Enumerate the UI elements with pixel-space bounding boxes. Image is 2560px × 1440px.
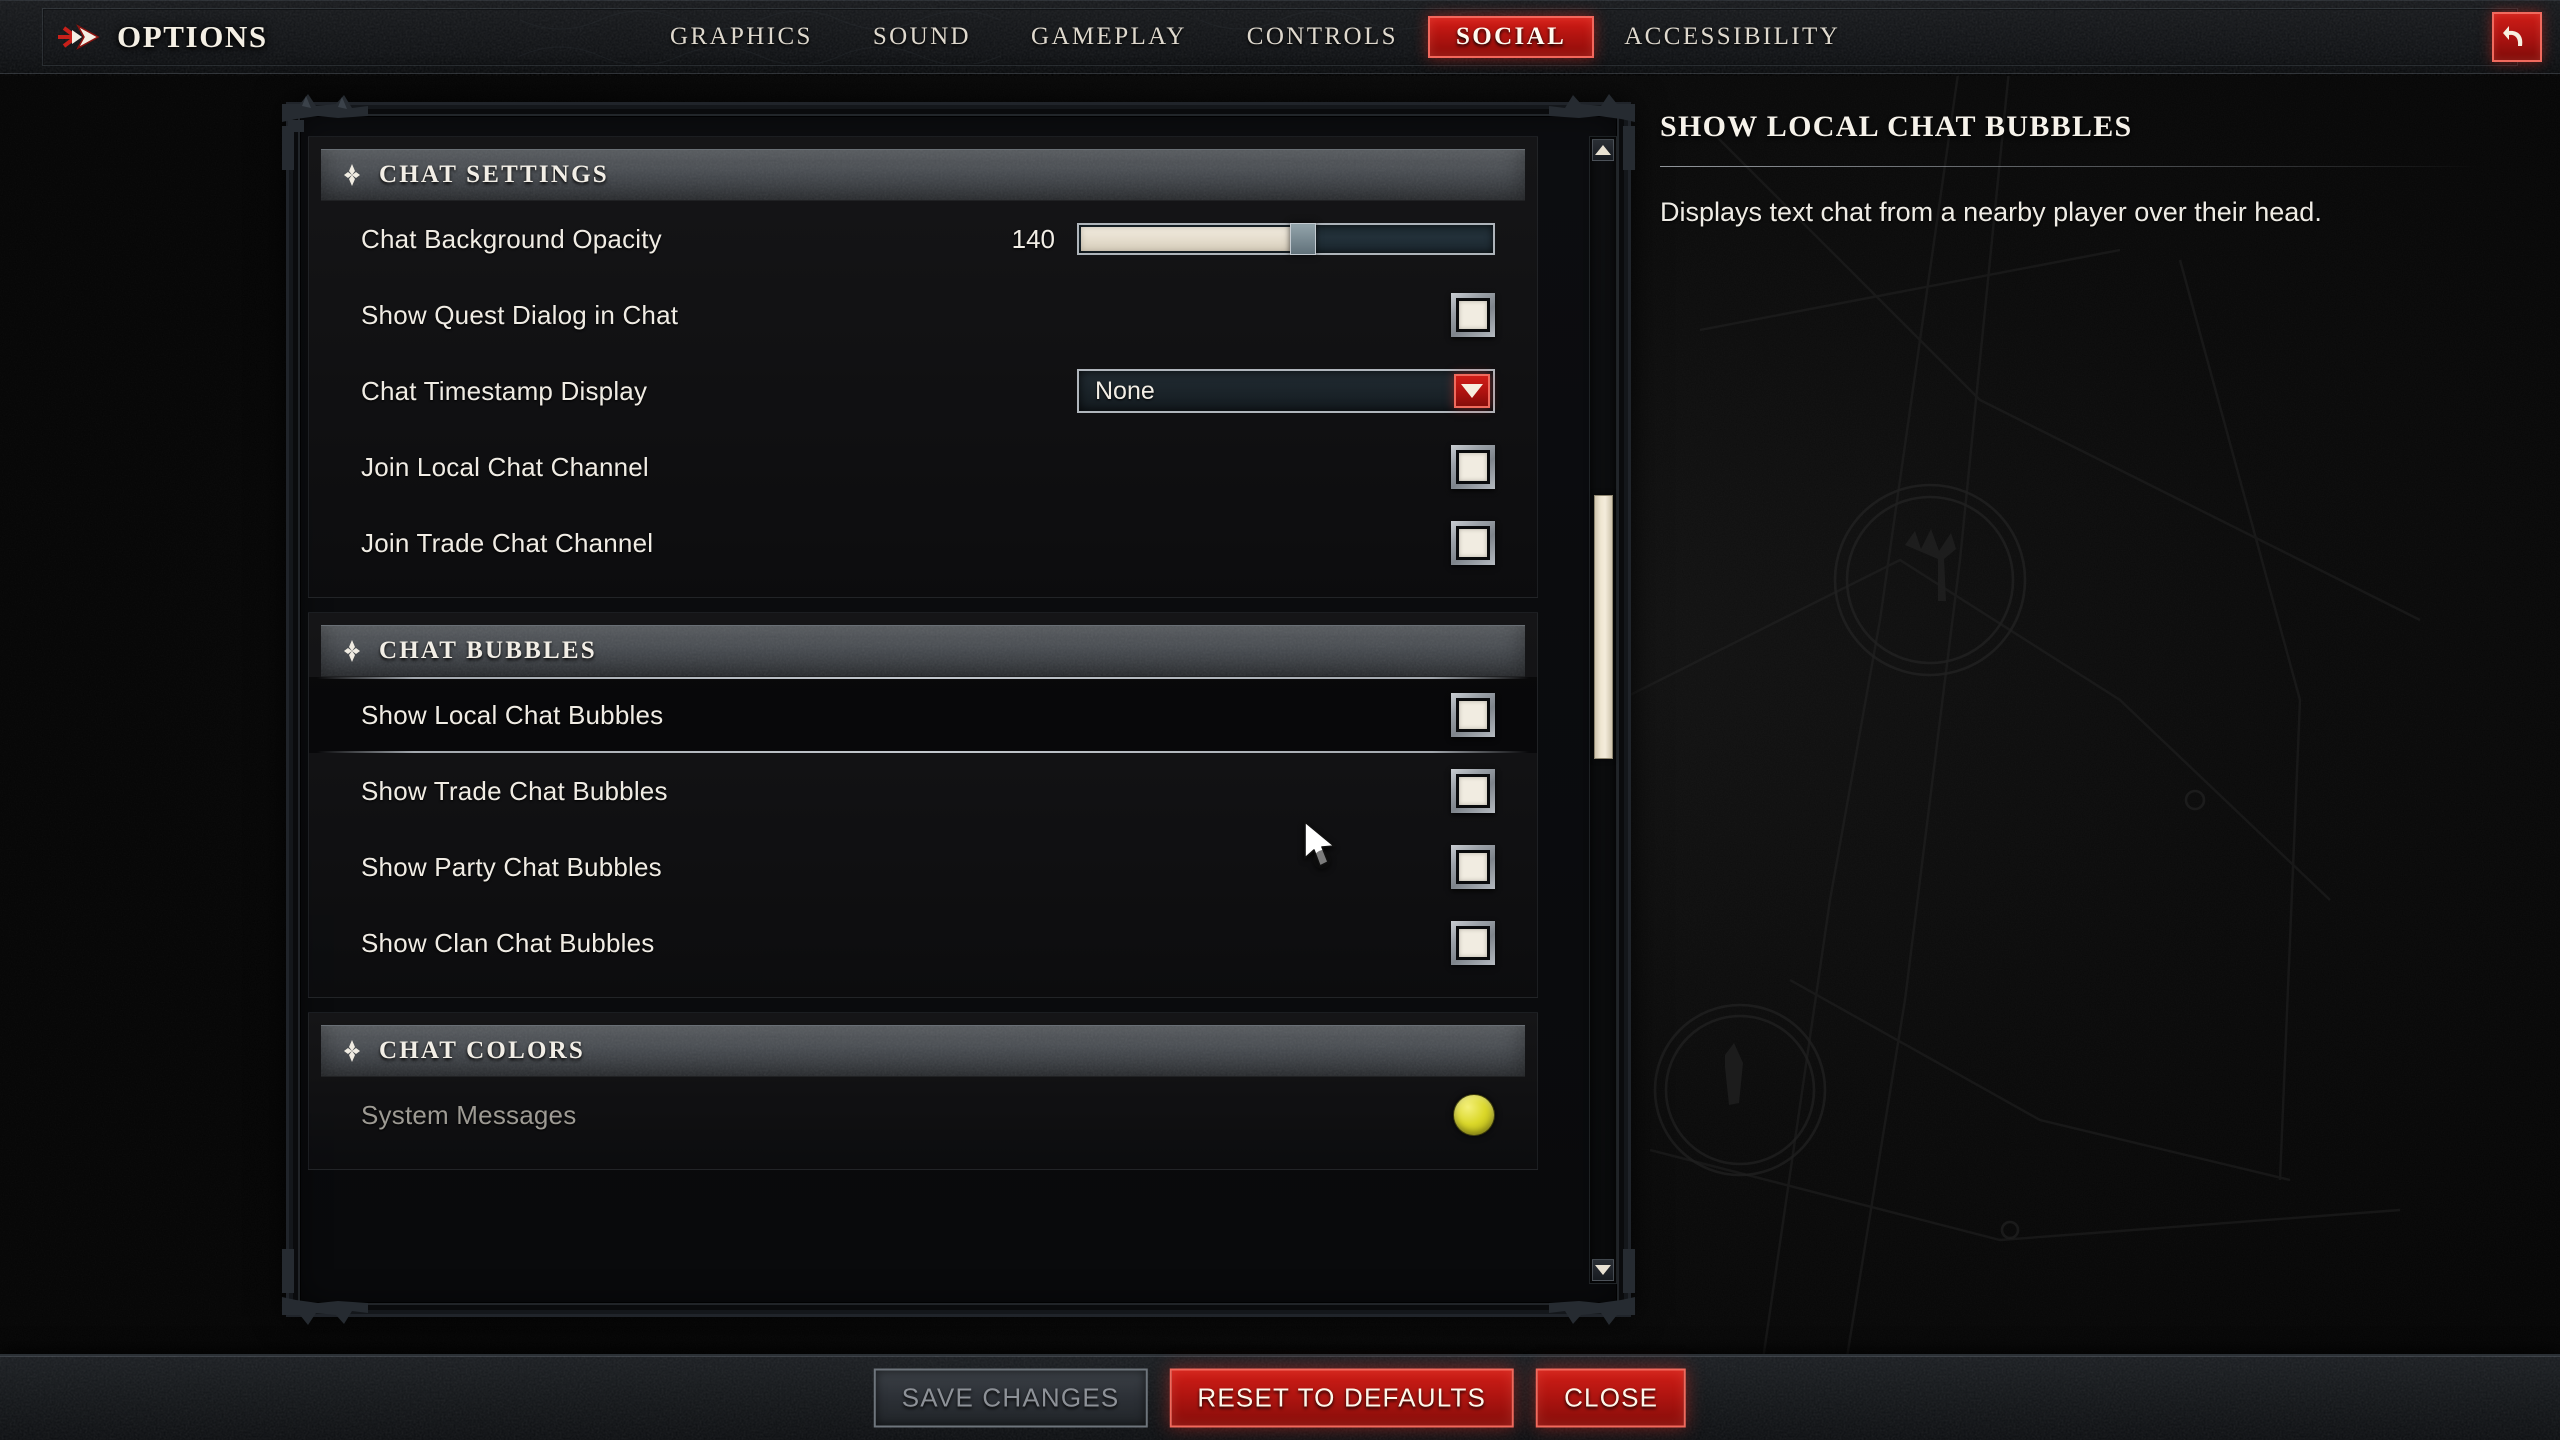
setting-label: Join Trade Chat Channel xyxy=(361,527,654,558)
checkbox-inner xyxy=(1456,926,1490,960)
tab-accessibility[interactable]: ACCESSIBILITY xyxy=(1594,16,1870,58)
diamond-cluster-icon xyxy=(344,640,360,662)
diamond-cluster-icon xyxy=(344,164,360,186)
slider-knob[interactable] xyxy=(1289,223,1316,255)
checkbox-show-local-chat-bubbles[interactable] xyxy=(1451,693,1495,737)
setting-control xyxy=(1453,1094,1495,1136)
dropdown-chat-timestamp-display[interactable]: None xyxy=(1077,369,1495,413)
close-button[interactable]: CLOSE xyxy=(1536,1368,1687,1428)
options-screen: OPTIONS GRAPHICS SOUND GAMEPLAY CONTROLS… xyxy=(0,0,2560,1440)
top-bar: OPTIONS GRAPHICS SOUND GAMEPLAY CONTROLS… xyxy=(0,0,2560,76)
settings-scroll-area[interactable]: CHAT SETTINGS Chat Background Opacity 14… xyxy=(308,136,1538,1284)
setting-control xyxy=(1451,921,1495,965)
options-brand: OPTIONS xyxy=(58,14,268,60)
setting-row-join-trade-chat-channel[interactable]: Join Trade Chat Channel xyxy=(309,505,1537,581)
section-chat-bubbles: CHAT BUBBLES Show Local Chat Bubbles Sho… xyxy=(308,612,1538,998)
section-header-chat-bubbles: CHAT BUBBLES xyxy=(321,625,1525,677)
checkbox-inner xyxy=(1456,526,1490,560)
double-arrow-icon xyxy=(58,24,100,50)
opacity-slider[interactable]: 140 xyxy=(1003,223,1495,255)
chevron-up-icon xyxy=(1595,145,1611,155)
tab-sound[interactable]: SOUND xyxy=(843,16,1001,58)
info-panel-title: SHOW LOCAL CHAT BUBBLES xyxy=(1660,110,2133,143)
back-button[interactable] xyxy=(2492,12,2542,62)
checkbox-inner xyxy=(1456,450,1490,484)
setting-control: 140 xyxy=(1003,223,1495,255)
tab-social[interactable]: SOCIAL xyxy=(1427,16,1595,58)
info-panel-description: Displays text chat from a nearby player … xyxy=(1660,197,2322,227)
setting-label: Show Quest Dialog in Chat xyxy=(361,299,679,330)
setting-label: Chat Background Opacity xyxy=(361,223,662,254)
setting-control xyxy=(1451,293,1495,337)
section-header-chat-colors: CHAT COLORS xyxy=(321,1025,1525,1077)
slider-track[interactable] xyxy=(1077,223,1495,255)
section-title: CHAT SETTINGS xyxy=(379,161,609,188)
scroll-up-button[interactable] xyxy=(1592,139,1614,161)
slider-value: 140 xyxy=(1011,223,1055,254)
checkbox-show-clan-chat-bubbles[interactable] xyxy=(1451,921,1495,965)
reset-to-defaults-button[interactable]: RESET TO DEFAULTS xyxy=(1169,1368,1515,1428)
checkbox-inner xyxy=(1456,774,1490,808)
info-panel-divider xyxy=(1660,166,2480,167)
checkbox-join-local-chat-channel[interactable] xyxy=(1451,445,1495,489)
setting-control xyxy=(1451,845,1495,889)
setting-label: Chat Timestamp Display xyxy=(361,375,648,406)
bottom-bar: SAVE CHANGES RESET TO DEFAULTS CLOSE xyxy=(0,1354,2560,1440)
setting-row-show-trade-chat-bubbles[interactable]: Show Trade Chat Bubbles xyxy=(309,753,1537,829)
setting-row-system-messages[interactable]: System Messages xyxy=(309,1077,1537,1153)
setting-row-chat-timestamp-display[interactable]: Chat Timestamp Display None xyxy=(309,353,1537,429)
setting-control xyxy=(1451,445,1495,489)
checkbox-show-trade-chat-bubbles[interactable] xyxy=(1451,769,1495,813)
settings-panel: CHAT SETTINGS Chat Background Opacity 14… xyxy=(282,94,1635,1325)
setting-row-join-local-chat-channel[interactable]: Join Local Chat Channel xyxy=(309,429,1537,505)
color-swatch-system-messages[interactable] xyxy=(1453,1094,1495,1136)
checkbox-inner xyxy=(1456,698,1490,732)
setting-row-show-local-chat-bubbles[interactable]: Show Local Chat Bubbles xyxy=(309,677,1537,753)
tab-bar: GRAPHICS SOUND GAMEPLAY CONTROLS SOCIAL … xyxy=(640,12,1870,62)
scroll-down-button[interactable] xyxy=(1592,1259,1614,1281)
section-header-chat-settings: CHAT SETTINGS xyxy=(321,149,1525,201)
setting-row-chat-background-opacity[interactable]: Chat Background Opacity 140 xyxy=(309,201,1537,277)
checkbox-inner xyxy=(1456,298,1490,332)
back-arrow-icon xyxy=(2503,26,2523,46)
setting-control xyxy=(1451,521,1495,565)
section-chat-settings: CHAT SETTINGS Chat Background Opacity 14… xyxy=(308,136,1538,598)
page-title: OPTIONS xyxy=(117,19,268,54)
checkbox-inner xyxy=(1456,850,1490,884)
footer-button-row: SAVE CHANGES RESET TO DEFAULTS CLOSE xyxy=(873,1368,1687,1428)
scrollbar[interactable] xyxy=(1589,136,1617,1284)
checkbox-join-trade-chat-channel[interactable] xyxy=(1451,521,1495,565)
dropdown-toggle-button[interactable] xyxy=(1454,374,1490,408)
setting-label: Show Party Chat Bubbles xyxy=(361,851,662,882)
setting-label: Join Local Chat Channel xyxy=(361,451,649,482)
section-chat-colors: CHAT COLORS System Messages xyxy=(308,1012,1538,1170)
scrollbar-thumb[interactable] xyxy=(1594,495,1613,759)
setting-label: Show Trade Chat Bubbles xyxy=(361,775,668,806)
setting-row-show-quest-dialog-in-chat[interactable]: Show Quest Dialog in Chat xyxy=(309,277,1537,353)
setting-control xyxy=(1451,769,1495,813)
info-panel: SHOW LOCAL CHAT BUBBLES Displays text ch… xyxy=(1660,110,2480,1290)
diamond-cluster-icon xyxy=(344,1040,360,1062)
chevron-down-icon xyxy=(1595,1265,1611,1275)
setting-label: Show Clan Chat Bubbles xyxy=(361,927,655,958)
setting-row-show-party-chat-bubbles[interactable]: Show Party Chat Bubbles xyxy=(309,829,1537,905)
tab-graphics[interactable]: GRAPHICS xyxy=(640,16,843,58)
tab-gameplay[interactable]: GAMEPLAY xyxy=(1001,16,1217,58)
setting-label: Show Local Chat Bubbles xyxy=(361,699,664,730)
setting-label: System Messages xyxy=(361,1099,577,1130)
section-title: CHAT BUBBLES xyxy=(379,637,597,664)
checkbox-show-quest-dialog-in-chat[interactable] xyxy=(1451,293,1495,337)
slider-fill xyxy=(1081,227,1301,251)
setting-control xyxy=(1451,693,1495,737)
tab-controls[interactable]: CONTROLS xyxy=(1217,16,1428,58)
checkbox-show-party-chat-bubbles[interactable] xyxy=(1451,845,1495,889)
setting-control: None xyxy=(1077,369,1495,413)
save-changes-button[interactable]: SAVE CHANGES xyxy=(873,1368,1148,1428)
chevron-down-icon xyxy=(1461,384,1483,398)
dropdown-value: None xyxy=(1095,376,1155,405)
section-title: CHAT COLORS xyxy=(379,1037,585,1064)
setting-row-show-clan-chat-bubbles[interactable]: Show Clan Chat Bubbles xyxy=(309,905,1537,981)
